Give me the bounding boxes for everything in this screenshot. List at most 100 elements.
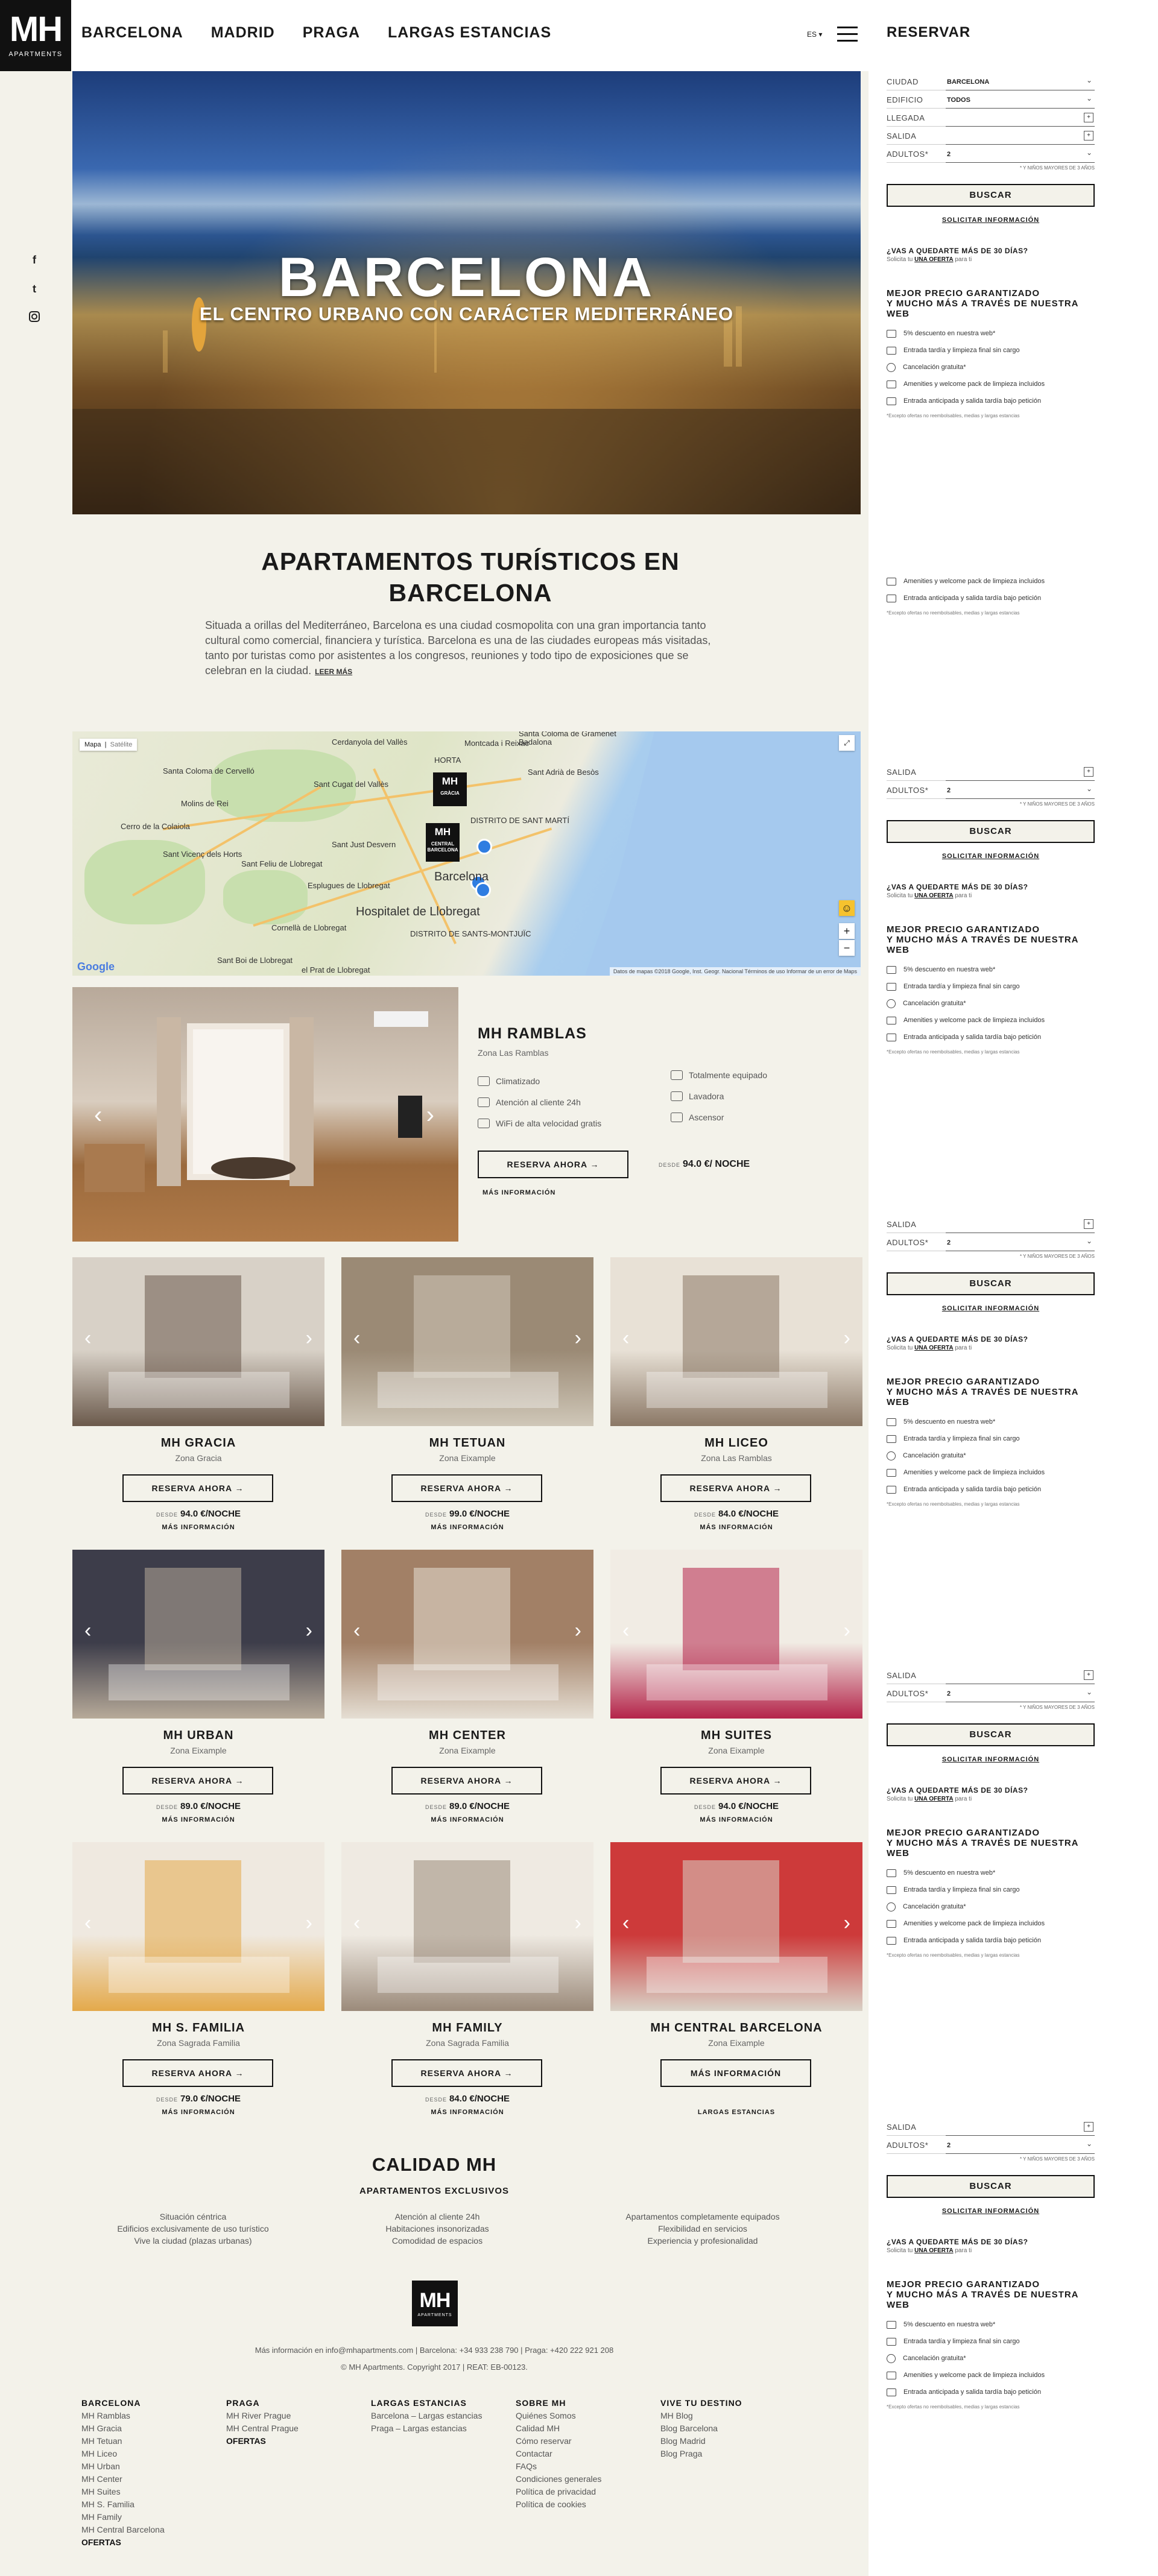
arrival-date-field[interactable]: LLEGADA + bbox=[887, 109, 1095, 127]
map-pin-central[interactable]: MH CENTRAL BARCELONA bbox=[426, 823, 460, 862]
featured-more-info-link[interactable]: MÁS INFORMACIÓN bbox=[482, 1189, 555, 1196]
zoom-in-button[interactable]: + bbox=[839, 923, 855, 939]
offer-link[interactable]: UNA OFERTA bbox=[914, 256, 953, 263]
departure-date-field[interactable]: SALIDA + bbox=[887, 2118, 1095, 2136]
map-tab-satelite[interactable]: Satélite bbox=[110, 741, 133, 748]
chevron-down-icon[interactable]: ⌄ bbox=[1086, 148, 1092, 157]
calendar-icon[interactable]: + bbox=[1084, 1670, 1093, 1680]
apartment-card-title[interactable]: MH FAMILY bbox=[341, 2021, 593, 2035]
footer-link[interactable]: Política de cookies bbox=[516, 2498, 601, 2511]
apartment-card-title[interactable]: MH URBAN bbox=[72, 1729, 324, 1743]
apartment-card-photo[interactable]: ‹ › bbox=[610, 1842, 862, 2011]
apartment-card-button[interactable]: RESERVA AHORA → bbox=[391, 2059, 542, 2087]
prev-arrow-icon[interactable]: ‹ bbox=[622, 1327, 629, 1350]
apartment-card-title[interactable]: MH TETUAN bbox=[341, 1436, 593, 1450]
apartment-card-photo[interactable]: ‹ › bbox=[72, 1842, 324, 2011]
nav-praga[interactable]: PRAGA bbox=[303, 24, 360, 42]
footer-link[interactable]: FAQs bbox=[516, 2460, 601, 2473]
footer-link[interactable]: Calidad MH bbox=[516, 2422, 601, 2435]
footer-link[interactable]: Contactar bbox=[516, 2448, 601, 2460]
footer-logo[interactable]: MH APARTMENTS bbox=[412, 2281, 458, 2326]
nav-madrid[interactable]: MADRID bbox=[211, 24, 275, 42]
footer-link[interactable]: Barcelona – Largas estancias bbox=[371, 2410, 482, 2422]
departure-date-field[interactable]: SALIDA + bbox=[887, 127, 1095, 145]
footer-offers-link[interactable]: OFERTAS bbox=[226, 2435, 299, 2448]
prev-arrow-icon[interactable]: ‹ bbox=[353, 1911, 360, 1935]
apartment-card-title[interactable]: MH LICEO bbox=[610, 1436, 862, 1450]
offer-link[interactable]: UNA OFERTA bbox=[914, 1345, 953, 1351]
footer-link[interactable]: Blog Madrid bbox=[660, 2435, 742, 2448]
next-arrow-icon[interactable]: › bbox=[575, 1911, 581, 1935]
apartment-card-title[interactable]: MH CENTER bbox=[341, 1729, 593, 1743]
footer-column-heading[interactable]: PRAGA bbox=[226, 2397, 299, 2410]
apartment-card-photo[interactable]: ‹ › bbox=[341, 1842, 593, 2011]
apartment-card-more-link[interactable]: MÁS INFORMACIÓN bbox=[610, 1816, 862, 1823]
apartment-card-more-link[interactable]: MÁS INFORMACIÓN bbox=[610, 1524, 862, 1531]
twitter-icon[interactable]: t bbox=[28, 282, 41, 295]
calendar-icon[interactable]: + bbox=[1084, 767, 1093, 777]
map-type-toggle[interactable]: Mapa | Satélite bbox=[80, 739, 138, 751]
prev-arrow-icon[interactable]: ‹ bbox=[622, 1619, 629, 1643]
search-button[interactable]: BUSCAR bbox=[887, 184, 1095, 207]
apartment-card-more-link[interactable]: MÁS INFORMACIÓN bbox=[341, 1816, 593, 1823]
zoom-out-button[interactable]: − bbox=[839, 940, 855, 956]
request-info-link[interactable]: SOLICITAR INFORMACIÓN bbox=[887, 216, 1095, 224]
offer-link[interactable]: UNA OFERTA bbox=[914, 1796, 953, 1802]
footer-link[interactable]: Condiciones generales bbox=[516, 2473, 601, 2486]
next-arrow-icon[interactable]: › bbox=[426, 1102, 434, 1129]
footer-link[interactable]: MH Central Barcelona bbox=[81, 2524, 165, 2536]
chevron-down-icon[interactable]: ⌄ bbox=[1086, 76, 1092, 84]
apartment-card-photo[interactable]: ‹ › bbox=[610, 1257, 862, 1426]
request-info-link[interactable]: SOLICITAR INFORMACIÓN bbox=[887, 853, 1095, 860]
city-select[interactable]: CIUDAD BARCELONA ⌄ bbox=[887, 72, 1095, 90]
footer-link[interactable]: Praga – Largas estancias bbox=[371, 2422, 482, 2435]
footer-link[interactable]: MH Center bbox=[81, 2473, 165, 2486]
footer-link[interactable]: Quiénes Somos bbox=[516, 2410, 601, 2422]
location-map[interactable]: Mapa | Satélite ⤢ ☺ + − MH GRÀCIA MH CENTR… bbox=[72, 731, 861, 976]
footer-link[interactable]: MH Central Prague bbox=[226, 2422, 299, 2435]
apartment-card-more-link[interactable]: LARGAS ESTANCIAS bbox=[610, 2109, 862, 2116]
offer-link[interactable]: UNA OFERTA bbox=[914, 892, 953, 899]
prev-arrow-icon[interactable]: ‹ bbox=[622, 1911, 629, 1935]
apartment-card-photo[interactable]: ‹ › bbox=[72, 1550, 324, 1719]
apartment-card-title[interactable]: MH S. FAMILIA bbox=[72, 2021, 324, 2035]
calendar-icon[interactable]: + bbox=[1084, 113, 1093, 122]
apartment-card-more-link[interactable]: MÁS INFORMACIÓN bbox=[341, 2109, 593, 2116]
apartment-card-photo[interactable]: ‹ › bbox=[610, 1550, 862, 1719]
footer-column-heading[interactable]: LARGAS ESTANCIAS bbox=[371, 2397, 482, 2410]
apartment-card-button[interactable]: RESERVA AHORA → bbox=[391, 1767, 542, 1795]
calendar-icon[interactable]: + bbox=[1084, 1219, 1093, 1229]
departure-date-field[interactable]: SALIDA + bbox=[887, 763, 1095, 781]
next-arrow-icon[interactable]: › bbox=[844, 1619, 850, 1643]
chevron-down-icon[interactable]: ⌄ bbox=[1086, 1688, 1092, 1696]
adults-select[interactable]: ADULTOS* 2 ⌄ bbox=[887, 2136, 1095, 2154]
footer-link[interactable]: MH Tetuan bbox=[81, 2435, 165, 2448]
brand-logo[interactable]: MH APARTMENTS bbox=[0, 0, 71, 71]
apartment-card-button[interactable]: RESERVA AHORA → bbox=[122, 1474, 273, 1502]
map-tab-mapa[interactable]: Mapa bbox=[84, 741, 101, 748]
chevron-down-icon[interactable]: ⌄ bbox=[1086, 94, 1092, 103]
next-arrow-icon[interactable]: › bbox=[575, 1327, 581, 1350]
footer-column-heading[interactable]: VIVE TU DESTINO bbox=[660, 2397, 742, 2410]
footer-offers-link[interactable]: OFERTAS bbox=[81, 2536, 165, 2549]
menu-icon[interactable] bbox=[837, 27, 858, 42]
apartment-card-more-link[interactable]: MÁS INFORMACIÓN bbox=[72, 1816, 324, 1823]
instagram-icon[interactable] bbox=[28, 311, 41, 324]
chevron-down-icon[interactable]: ⌄ bbox=[1086, 1237, 1092, 1245]
next-arrow-icon[interactable]: › bbox=[306, 1911, 312, 1935]
prev-arrow-icon[interactable]: ‹ bbox=[353, 1619, 360, 1643]
footer-link[interactable]: MH Gracia bbox=[81, 2422, 165, 2435]
request-info-link[interactable]: SOLICITAR INFORMACIÓN bbox=[887, 1305, 1095, 1312]
calendar-icon[interactable]: + bbox=[1084, 131, 1093, 140]
nav-barcelona[interactable]: BARCELONA bbox=[81, 24, 183, 42]
adults-select[interactable]: ADULTOS* 2 ⌄ bbox=[887, 145, 1095, 163]
footer-column-heading[interactable]: SOBRE MH bbox=[516, 2397, 601, 2410]
apartment-card-title[interactable]: MH SUITES bbox=[610, 1729, 862, 1743]
search-button[interactable]: BUSCAR bbox=[887, 1272, 1095, 1295]
chevron-down-icon[interactable]: ⌄ bbox=[1086, 784, 1092, 793]
fullscreen-icon[interactable]: ⤢ bbox=[839, 735, 855, 751]
footer-link[interactable]: Blog Praga bbox=[660, 2448, 742, 2460]
footer-link[interactable]: MH Suites bbox=[81, 2486, 165, 2498]
map-attribution[interactable]: Datos de mapas ©2018 Google, Inst. Geogr… bbox=[609, 967, 861, 976]
street-view-icon[interactable]: ☺ bbox=[839, 900, 855, 916]
